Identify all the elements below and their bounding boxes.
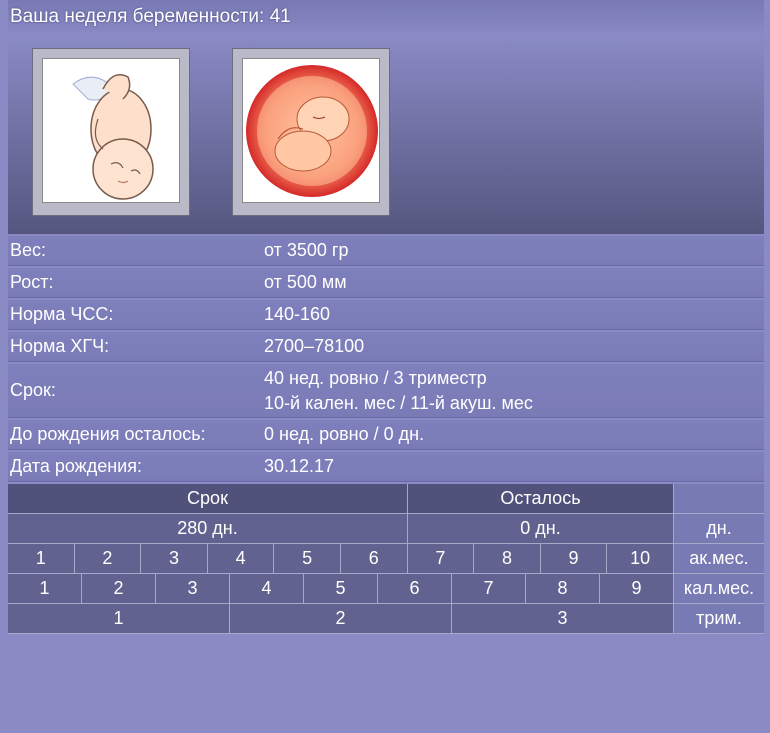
info-row-term: Срок: 40 нед. ровно / 3 триместр 10-й ка… [8,364,764,418]
calendar-month-cell: 6 [378,574,452,604]
unit-header-empty [674,484,764,514]
obstetric-month-cell: 10 [607,544,674,574]
remaining-value: 0 нед. ровно / 0 дн. [264,424,425,444]
week-number: 41 [269,6,291,27]
trimester-cell: 3 [452,604,674,634]
obstetric-month-cell: 1 [8,544,75,574]
term-header: Срок [8,484,408,514]
info-row-height: Рост: от 500 мм [8,268,764,298]
weight-label: Вес: [10,240,47,260]
trimesters-row: 1 2 3 трим. [8,604,764,634]
app-content: Ваша неделя беременности: 41 Вес: от 350… [8,0,764,634]
term-value-months: 10-й кален. мес / 11-й акуш. мес [264,392,533,413]
days-unit: дн. [674,514,764,544]
height-value: от 500 мм [264,272,347,292]
heart-rate-label: Норма ЧСС: [10,304,114,324]
birth-date-value: 30.12.17 [264,456,335,476]
calendar-month-cell: 3 [156,574,230,604]
heart-rate-value: 140-160 [264,304,331,324]
hcg-label: Норма ХГЧ: [10,336,110,356]
calendar-month-cell: 1 [8,574,82,604]
calendar-month-cell: 9 [600,574,674,604]
obstetric-month-cell: 2 [74,544,142,574]
weight-value: от 3500 гр [264,240,349,260]
remaining-label: До рождения осталось: [10,424,206,444]
calendar-months-row: 1 2 3 4 5 6 7 8 9 кал.мес. [8,574,764,604]
obstetric-month-cell: 9 [540,544,608,574]
fetus-illustration-icon [42,58,180,203]
obstetric-month-cell: 7 [407,544,475,574]
info-row-heart-rate: Норма ЧСС: 140-160 [8,300,764,330]
obstetric-month-cell: 6 [340,544,408,574]
term-days: 280 дн. [8,514,408,544]
pregnancy-week-header: Ваша неделя беременности: 41 [8,0,764,34]
fetus-illustration-frame[interactable] [32,48,190,216]
obstetric-month-cell: 8 [474,544,541,574]
term-label: Срок: [10,380,56,400]
height-label: Рост: [10,272,54,292]
days-row: 280 дн. 0 дн. дн. [8,514,764,544]
progress-table: Срок Осталось 280 дн. 0 дн. дн. 1 2 3 4 … [8,484,764,634]
obstetric-months-row: 1 2 3 4 5 6 7 8 9 10 ак.мес. [8,544,764,574]
calendar-month-cell: 7 [452,574,526,604]
trimester-unit: трим. [674,604,764,634]
info-row-weight: Вес: от 3500 гр [8,236,764,266]
obstetric-month-cell: 3 [141,544,208,574]
calendar-month-cell: 8 [526,574,600,604]
trimester-cell: 1 [8,604,230,634]
trimester-cell: 2 [230,604,452,634]
info-row-hcg: Норма ХГЧ: 2700–78100 [8,332,764,362]
birth-date-label: Дата рождения: [10,456,142,476]
obstetric-month-cell: 4 [207,544,275,574]
week-label: Ваша неделя беременности: [10,6,265,27]
remaining-header: Осталось [408,484,674,514]
remaining-days: 0 дн. [408,514,674,544]
calendar-month-unit: кал.мес. [674,574,764,604]
hcg-value: 2700–78100 [264,336,365,356]
obstetric-month-cell: 5 [274,544,341,574]
info-row-birth-date: Дата рождения: 30.12.17 [8,452,764,482]
illustration-panel [8,34,764,234]
calendar-month-cell: 5 [304,574,378,604]
info-row-remaining: До рождения осталось: 0 нед. ровно / 0 д… [8,420,764,450]
obstetric-month-unit: ак.мес. [673,544,764,574]
calendar-month-cell: 2 [82,574,156,604]
calendar-month-cell: 4 [230,574,304,604]
fetus-in-womb-icon [242,58,380,203]
term-value-weeks: 40 нед. ровно / 3 триместр [264,367,487,388]
fetus-in-womb-frame[interactable] [232,48,390,216]
table-header-row: Срок Осталось [8,484,764,514]
